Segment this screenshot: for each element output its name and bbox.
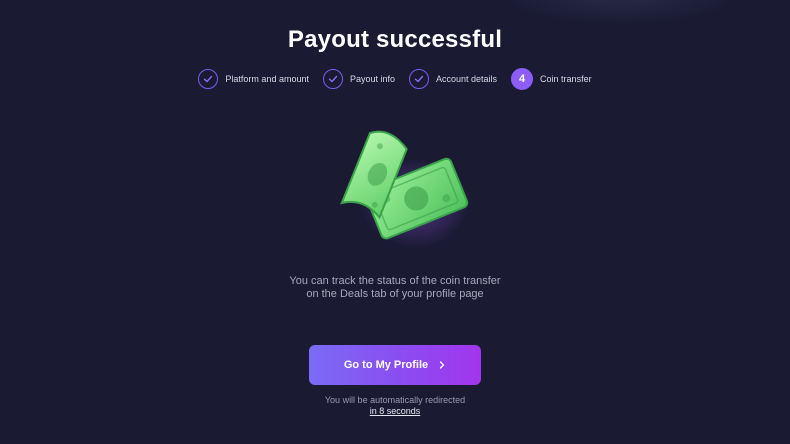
message-line-1: You can track the status of the coin tra… (289, 275, 501, 287)
step-payout-info: Payout info (322, 69, 395, 89)
check-icon (322, 69, 343, 89)
step-label: Coin transfer (540, 74, 592, 84)
tracking-message: You can track the status of the coin tra… (0, 275, 790, 301)
cta-label: Go to My Profile (343, 359, 429, 371)
page-title: Payout successful (287, 26, 503, 53)
check-icon (198, 69, 219, 89)
step-account-details: Account details (409, 69, 497, 89)
chevron-right-icon (440, 361, 445, 369)
redirect-countdown-link[interactable]: in 8 seconds (370, 406, 421, 417)
money-bills-icon (320, 118, 470, 258)
step-number-badge: 4 (511, 68, 534, 90)
step-label: Account details (436, 74, 498, 84)
step-label: Payout info (349, 74, 395, 84)
step-label: Platform and amount (225, 74, 309, 84)
check-icon (409, 69, 429, 89)
message-line-2: on the Deals tab of your profile page (306, 288, 484, 300)
redirect-notice: You will be automatically redirected in … (0, 395, 790, 417)
payout-success-page: Payout successful Platform and amount Pa… (0, 0, 790, 444)
go-to-my-profile-button[interactable]: Go to My Profile (309, 345, 481, 385)
step-platform-and-amount: Platform and amount (198, 69, 309, 89)
step-coin-transfer: 4 Coin transfer (511, 68, 592, 90)
redirect-text: You will be automatically redirected (324, 395, 466, 405)
progress-steps: Platform and amount Payout info Account … (0, 68, 790, 90)
